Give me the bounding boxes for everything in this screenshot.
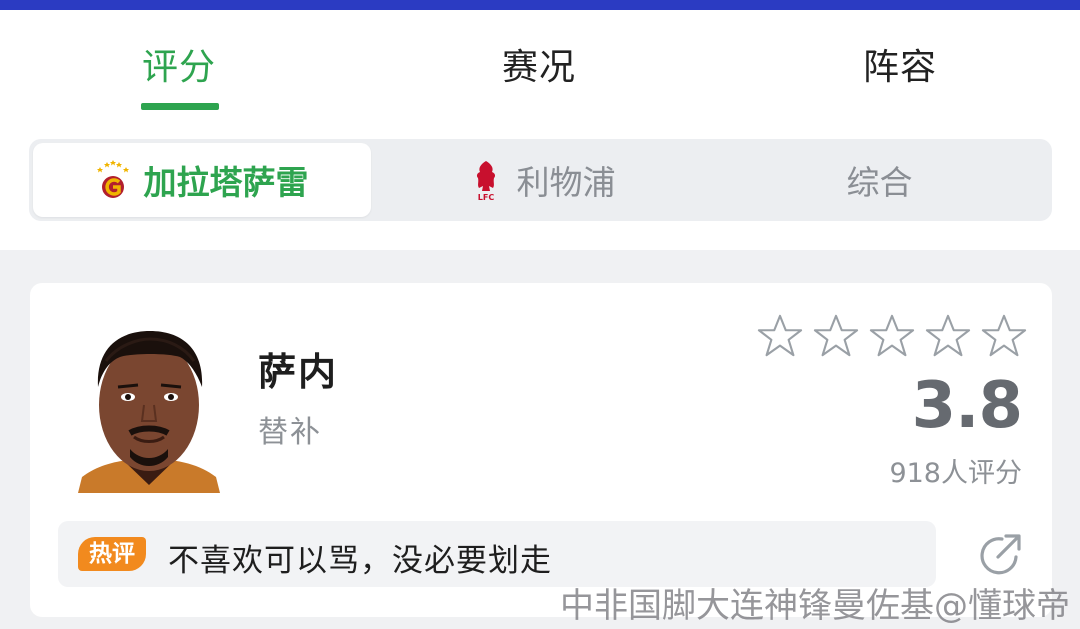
segment-label: 利物浦 (516, 163, 616, 202)
segment-liverpool[interactable]: LFC 利物浦 (374, 143, 710, 217)
segment-label: 加拉塔萨雷 (143, 163, 309, 202)
segment-overall[interactable]: 综合 (711, 143, 1048, 217)
watermark-text: 中非国脚大连神锋曼佐基@懂球帝 (560, 586, 1070, 626)
player-role: 替补 (258, 415, 322, 450)
star-icon[interactable] (813, 313, 859, 359)
comment-text: 不喜欢可以骂，没必要划走 (168, 543, 552, 579)
player-avatar (78, 331, 220, 493)
hot-comment-badge: 热评 (78, 537, 146, 571)
segment-label: 综合 (846, 163, 913, 202)
share-icon[interactable] (976, 531, 1024, 579)
player-name: 萨内 (258, 350, 339, 394)
tab-match-status[interactable]: 赛况 (502, 38, 576, 90)
team-selector-area: 加拉塔萨雷 LFC 利物浦 综合 (0, 110, 1080, 250)
star-icon[interactable] (869, 313, 915, 359)
active-tab-indicator (141, 103, 219, 110)
team-segmented-control: 加拉塔萨雷 LFC 利物浦 综合 (29, 139, 1052, 221)
tab-rating[interactable]: 评分 (142, 38, 216, 90)
tab-lineup[interactable]: 阵容 (863, 38, 937, 90)
liverpool-crest-icon: LFC (476, 161, 495, 202)
segment-galatasaray[interactable]: 加拉塔萨雷 (33, 143, 371, 217)
star-rating-input[interactable] (757, 313, 1027, 361)
tab-bar: 评分 赛况 阵容 (0, 10, 1080, 110)
rating-count: 918人评分 (889, 458, 1022, 489)
player-rating-card[interactable]: 萨内 替补 3.8 918人评分 热评 不喜欢可以骂，没必要划走 (30, 283, 1052, 617)
top-header-strip (0, 0, 1080, 10)
galatasaray-crest-icon (96, 160, 129, 198)
svg-text:LFC: LFC (477, 193, 494, 202)
average-score: 3.8 (911, 369, 1023, 443)
star-icon[interactable] (925, 313, 971, 359)
star-icon[interactable] (757, 313, 803, 359)
star-icon[interactable] (981, 313, 1027, 359)
